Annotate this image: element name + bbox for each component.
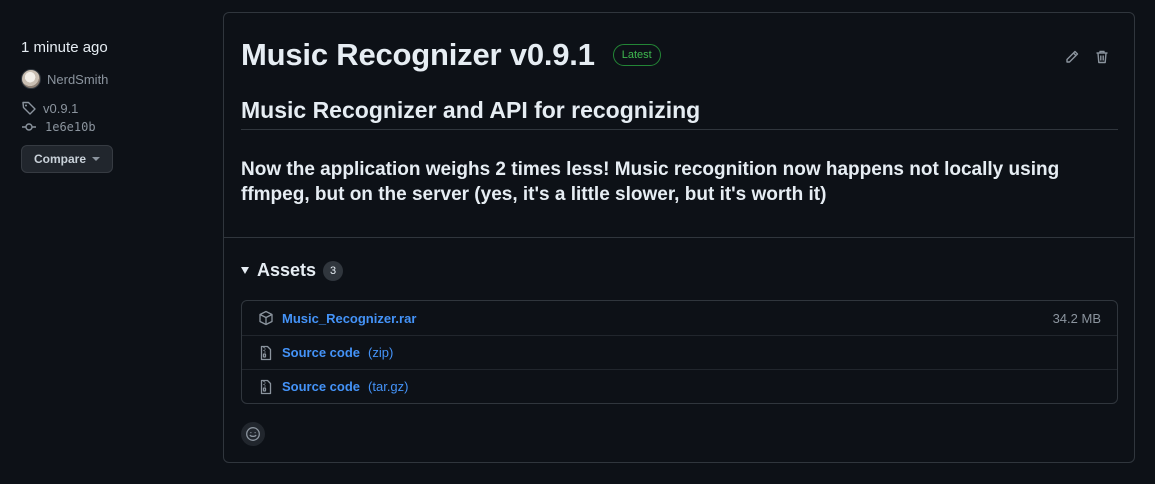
assets-count-badge: 3 bbox=[323, 260, 344, 281]
file-zip-icon bbox=[258, 345, 274, 361]
trash-icon[interactable] bbox=[1094, 49, 1110, 65]
divider bbox=[224, 237, 1134, 238]
release-meta: 1 minute ago NerdSmith v0.9.1 1e6e10b Co… bbox=[21, 38, 201, 173]
asset-format[interactable]: (tar.gz) bbox=[368, 379, 408, 394]
commit-sha: 1e6e10b bbox=[45, 120, 96, 134]
source-code-link[interactable]: Source code bbox=[282, 345, 360, 360]
asset-link[interactable]: Music_Recognizer.rar bbox=[282, 311, 416, 326]
file-zip-icon bbox=[258, 379, 274, 395]
add-reaction-button[interactable] bbox=[241, 422, 265, 446]
release-time: 1 minute ago bbox=[21, 39, 108, 56]
asset-row: Music_Recognizer.rar 34.2 MB bbox=[242, 301, 1117, 335]
assets-label: Assets bbox=[257, 260, 317, 280]
smiley-icon bbox=[245, 426, 261, 442]
author-link[interactable]: NerdSmith bbox=[21, 69, 201, 89]
compare-label: Compare bbox=[34, 152, 87, 166]
release-title[interactable]: Music Recognizer v0.9.1 bbox=[241, 35, 595, 75]
commit-link[interactable]: 1e6e10b bbox=[21, 119, 201, 135]
asset-row: Source code (tar.gz) bbox=[242, 369, 1117, 403]
asset-format[interactable]: (zip) bbox=[368, 345, 393, 360]
author-name: NerdSmith bbox=[47, 71, 109, 87]
package-icon bbox=[258, 310, 274, 326]
assets-toggle[interactable]: Assets 3 bbox=[241, 260, 344, 281]
avatar bbox=[21, 69, 41, 89]
release-page: 1 minute ago NerdSmith v0.9.1 1e6e10b Co… bbox=[0, 0, 1155, 484]
tag-name: v0.9.1 bbox=[43, 100, 79, 116]
release-notes: Now the application weighs 2 times less!… bbox=[241, 159, 1060, 205]
tag-link[interactable]: v0.9.1 bbox=[21, 100, 201, 116]
asset-list: Music_Recognizer.rar 34.2 MB Source code… bbox=[241, 300, 1118, 404]
tag-icon bbox=[21, 100, 37, 116]
release-header: Music Recognizer v0.9.1 Latest bbox=[241, 35, 1118, 75]
asset-size: 34.2 MB bbox=[1052, 310, 1101, 326]
release-subtitle: Music Recognizer and API for recognizing bbox=[241, 95, 1118, 130]
pencil-icon[interactable] bbox=[1064, 49, 1080, 65]
chevron-down-icon bbox=[92, 157, 101, 161]
source-code-link[interactable]: Source code bbox=[282, 379, 360, 394]
compare-button[interactable]: Compare bbox=[21, 145, 114, 173]
release-card: Music Recognizer v0.9.1 Latest Music Rec… bbox=[223, 12, 1135, 463]
git-commit-icon bbox=[21, 119, 37, 135]
triangle-down-icon bbox=[241, 267, 249, 274]
asset-row: Source code (zip) bbox=[242, 335, 1117, 369]
latest-badge: Latest bbox=[612, 44, 661, 66]
